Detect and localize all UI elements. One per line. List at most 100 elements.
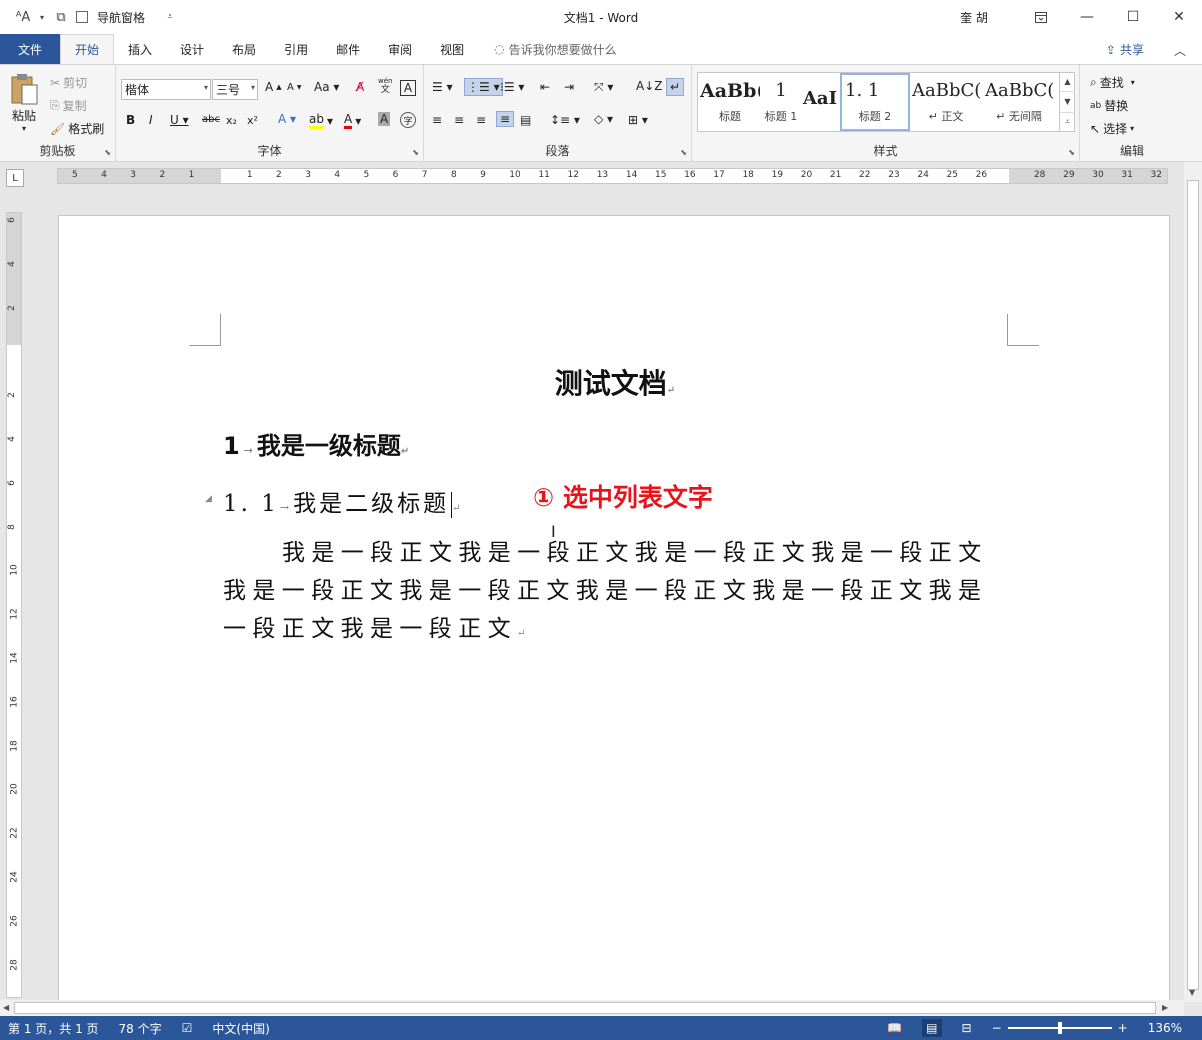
scroll-right-icon[interactable]: ▶ <box>1162 1003 1168 1012</box>
zoom-slider[interactable] <box>1007 1022 1112 1034</box>
user-name[interactable]: 奎 胡 <box>960 9 988 26</box>
text-effects-icon[interactable]: A ▾ <box>278 112 296 126</box>
minimize-button[interactable]: — <box>1064 0 1110 34</box>
font-size-combo[interactable]: 三号 ▾ <box>212 79 258 100</box>
document-title[interactable]: 测试文档↵ <box>59 362 1171 402</box>
clipboard-launcher-icon[interactable]: ⬊ <box>104 148 111 157</box>
replace-button[interactable]: ab 替换 <box>1090 97 1128 114</box>
tab-insert[interactable]: 插入 <box>114 34 166 64</box>
font-name-combo[interactable]: 楷体 ▾ <box>121 79 211 100</box>
paragraph-launcher-icon[interactable]: ⬊ <box>680 148 687 157</box>
heading-2[interactable]: 1. 1→我是二级标题 ↵ <box>223 484 461 518</box>
clear-formatting-icon[interactable]: A̸ <box>356 80 364 94</box>
collapse-ribbon-icon[interactable]: ︿ <box>1174 42 1186 59</box>
character-border-icon[interactable]: A <box>400 80 416 96</box>
scroll-left-icon[interactable]: ◀ <box>3 1003 9 1012</box>
copy-button[interactable]: ⎘ 复制 <box>50 97 87 114</box>
change-case-icon[interactable]: Aa ▾ <box>314 80 339 94</box>
page-count[interactable]: 第 1 页，共 1 页 <box>8 1020 99 1037</box>
web-layout-icon[interactable]: ⊟ <box>962 1021 972 1035</box>
borders-icon[interactable]: ⊞ ▾ <box>628 113 648 127</box>
body-paragraph[interactable]: 我是一段正文我是一段正文我是一段正文我是一段正文我是一段正文我是一段正文我是一段… <box>223 534 1013 653</box>
tab-layout[interactable]: 布局 <box>218 34 270 64</box>
tab-view[interactable]: 视图 <box>426 34 478 64</box>
italic-icon[interactable]: I <box>149 113 153 127</box>
grow-font-icon[interactable]: A ▲ <box>265 80 282 94</box>
bold-icon[interactable]: B <box>126 113 135 127</box>
find-button[interactable]: ⌕ 查找 ▾ <box>1090 74 1135 91</box>
ribbon-display-icon[interactable] <box>1018 0 1064 34</box>
multilevel-list-icon[interactable]: ⁝☰ ▾ <box>500 80 524 94</box>
style-heading-1[interactable]: 1 标题 1 <box>762 73 800 131</box>
tab-design[interactable]: 设计 <box>166 34 218 64</box>
bullets-icon[interactable]: ☰ ▾ <box>432 80 453 94</box>
style-heading-2[interactable]: 1. 1 标题 2 <box>840 73 910 131</box>
zoom-out-icon[interactable]: − <box>992 1021 1002 1035</box>
horizontal-scrollbar[interactable]: ◀ ▶ <box>0 1000 1184 1016</box>
decrease-indent-icon[interactable]: ⇤ <box>540 80 550 94</box>
font-color-icon[interactable]: A ▾ <box>344 112 361 129</box>
styles-down-icon[interactable]: ▼ <box>1060 92 1075 113</box>
enclose-characters-icon[interactable]: 字 <box>400 112 416 128</box>
tell-me-box[interactable]: ◌ 告诉我你想要做什么 <box>478 34 617 64</box>
tab-review[interactable]: 审阅 <box>374 34 426 64</box>
screen-icon[interactable]: ⧉ <box>52 8 70 26</box>
underline-icon[interactable]: U ▾ <box>170 113 189 127</box>
font-name-dropdown-icon[interactable]: ▾ <box>204 83 208 92</box>
chinese-layout-icon[interactable]: ⤧ ▾ <box>594 80 613 95</box>
highlight-icon[interactable]: ab ▾ <box>309 112 333 129</box>
align-right-icon[interactable]: ≡ <box>476 113 486 127</box>
nav-pane-label[interactable]: 导航窗格 <box>97 9 145 26</box>
collapse-triangle-icon[interactable]: ◢ <box>205 494 212 504</box>
select-button[interactable]: ↖ 选择 ▾ <box>1090 120 1134 137</box>
line-spacing-icon[interactable]: ↕≡ ▾ <box>550 113 580 127</box>
cut-button[interactable]: ✂ 剪切 <box>50 74 87 91</box>
shrink-font-icon[interactable]: A ▼ <box>287 82 301 93</box>
zoom-slider-knob[interactable] <box>1057 1022 1062 1034</box>
style-normal[interactable]: AaBbC( ↵ 正文 <box>910 73 982 131</box>
zoom-level[interactable]: 136% <box>1148 1021 1182 1035</box>
tab-home[interactable]: 开始 <box>60 34 115 64</box>
align-left-icon[interactable]: ≡ <box>432 113 442 127</box>
scroll-down-icon[interactable]: ▼ <box>1189 988 1195 997</box>
align-center-icon[interactable]: ≡ <box>454 113 464 127</box>
vertical-scroll-thumb[interactable] <box>1187 180 1199 990</box>
tab-selector-icon[interactable]: L <box>6 169 24 187</box>
horizontal-scroll-thumb[interactable] <box>14 1002 1156 1014</box>
tab-mailings[interactable]: 邮件 <box>322 34 374 64</box>
close-button[interactable]: ✕ <box>1156 0 1202 34</box>
format-painter-button[interactable]: 🖌 格式刷 <box>50 120 104 137</box>
heading-1[interactable]: 1 → 我是一级标题↵ <box>223 426 409 461</box>
font-size-dropdown-icon[interactable]: ▾ <box>251 83 255 92</box>
show-marks-icon[interactable]: ↵ <box>666 78 685 96</box>
text-effects-icon[interactable]: ᴬA <box>14 8 32 26</box>
subscript-icon[interactable]: x₂ <box>226 114 237 127</box>
sort-icon[interactable]: A↓Z <box>636 79 662 93</box>
document-area[interactable]: 测试文档↵ 1 → 我是一级标题↵ ◢ 1. 1→我是二级标题 ↵ ① 选中列表文字 … <box>26 190 1184 1000</box>
distributed-icon[interactable]: ▤ <box>520 113 531 127</box>
horizontal-ruler[interactable]: 5 4 3 2 1 1 2 3 4 5 6 7 8 9 10 11 12 13 14 15 16 17 18 19 20 21 22… <box>57 168 1168 184</box>
maximize-button[interactable]: ☐ <box>1110 0 1156 34</box>
style-heading-1b[interactable]: AaI <box>800 73 840 131</box>
vertical-scrollbar[interactable]: ▼ <box>1184 162 1202 1002</box>
word-count[interactable]: 78 个字 <box>119 1020 162 1037</box>
customize-qat-icon[interactable]: ⩡ <box>161 8 179 26</box>
language[interactable]: 中文(中国) <box>212 1020 269 1037</box>
paste-button[interactable]: 粘贴 ▾ <box>10 73 38 133</box>
styles-up-icon[interactable]: ▲ <box>1060 72 1075 93</box>
styles-more-icon[interactable]: ⩡ <box>1060 113 1075 132</box>
font-launcher-icon[interactable]: ⬊ <box>412 148 419 157</box>
numbering-icon[interactable]: ⋮☰ ▾ <box>464 78 503 96</box>
tab-file[interactable]: 文件 <box>0 34 60 64</box>
document-page[interactable]: 测试文档↵ 1 → 我是一级标题↵ ◢ 1. 1→我是二级标题 ↵ ① 选中列表文字 … <box>58 215 1170 1000</box>
nav-pane-checkbox[interactable] <box>76 11 88 23</box>
zoom-in-icon[interactable]: + <box>1118 1021 1128 1035</box>
styles-launcher-icon[interactable]: ⬊ <box>1068 148 1075 157</box>
superscript-icon[interactable]: x² <box>247 114 258 127</box>
increase-indent-icon[interactable]: ⇥ <box>564 80 574 94</box>
read-mode-icon[interactable]: 📖 <box>887 1021 902 1035</box>
style-title[interactable]: AaBb( 标题 <box>698 73 762 131</box>
shading-icon[interactable]: ◇ ▾ <box>594 112 613 126</box>
phonetic-guide-icon[interactable]: wén 文 <box>378 77 392 95</box>
tab-references[interactable]: 引用 <box>270 34 322 64</box>
